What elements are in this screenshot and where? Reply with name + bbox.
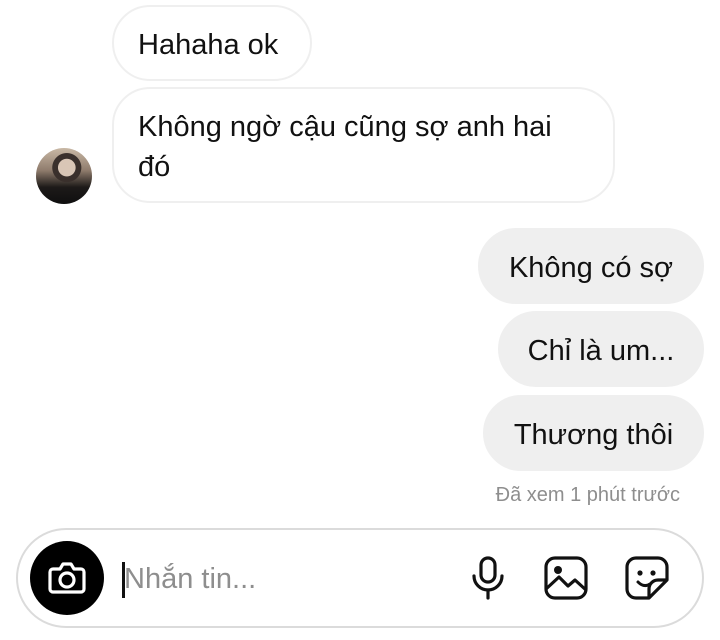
message-composer: Nhắn tin...	[16, 528, 704, 628]
microphone-icon	[472, 556, 504, 600]
message-text: Thương thôi	[513, 419, 674, 451]
message-outgoing[interactable]: Không có sợ	[478, 228, 704, 304]
message-outgoing[interactable]: Chỉ là um...	[498, 311, 704, 387]
avatar[interactable]	[36, 148, 92, 204]
message-text: Hahaha ok	[138, 29, 279, 61]
message-input-placeholder: Nhắn tin...	[124, 563, 257, 595]
sticker-button[interactable]	[621, 552, 673, 604]
image-icon	[544, 556, 588, 600]
camera-icon	[48, 562, 86, 594]
message-incoming[interactable]: Không ngờ cậu cũng sợ anh hai đó	[112, 87, 615, 203]
text-caret	[122, 562, 125, 598]
message-text: Không có sợ	[508, 252, 674, 284]
gallery-button[interactable]	[540, 552, 592, 604]
message-outgoing[interactable]: Thương thôi	[483, 395, 704, 471]
message-text-line: đó	[138, 151, 171, 183]
microphone-button[interactable]	[462, 552, 514, 604]
camera-button[interactable]	[30, 541, 104, 615]
message-text-line: Không ngờ cậu cũng sợ anh hai	[138, 111, 552, 143]
seen-status: Đã xem 1 phút trước	[495, 484, 680, 506]
message-incoming[interactable]: Hahaha ok	[112, 5, 312, 81]
sticker-icon	[625, 556, 669, 600]
message-input[interactable]: Nhắn tin...	[122, 556, 442, 602]
message-text: Chỉ là um...	[527, 335, 675, 367]
